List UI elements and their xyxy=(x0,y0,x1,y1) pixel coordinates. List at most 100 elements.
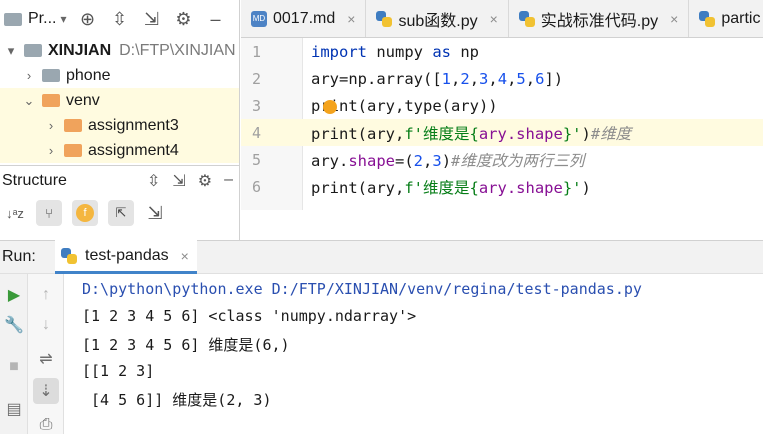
tab-standard-code-py[interactable]: 实战标准代码.py × xyxy=(508,0,690,37)
structure-toolbar: ↓ᵃz ⑂ f ⇱ ⇲ xyxy=(0,196,239,230)
code-text: print(ary,type(ary)) xyxy=(311,96,498,115)
run-toolbar-secondary: ↑ ↓ ⇌ ⇣ ⎙ xyxy=(28,274,64,434)
structure-header: Structure ⇳ ⇲ ⚙ – xyxy=(0,166,239,196)
chevron-right-icon[interactable]: › xyxy=(44,118,58,133)
line-number: 5 xyxy=(251,150,261,169)
tree-item-label: phone xyxy=(66,66,111,84)
python-file-icon xyxy=(699,10,716,27)
line-number: 1 xyxy=(251,42,261,61)
expand-all-icon[interactable]: ⇳ xyxy=(108,8,130,30)
project-toolbar: Pr... ▾ ⊕ ⇳ ⇲ ⚙ – xyxy=(0,0,239,38)
show-fields-button[interactable]: f xyxy=(72,200,98,226)
python-file-icon xyxy=(376,10,393,27)
stop-icon[interactable]: ■ xyxy=(3,356,25,378)
arrow-up-icon[interactable]: ↑ xyxy=(35,284,57,306)
tree-item-label: assignment4 xyxy=(88,141,179,159)
project-panel: Pr... ▾ ⊕ ⇳ ⇲ ⚙ – ▾ XINJIAN D:\FTP\XINJI… xyxy=(0,0,240,165)
console-line: D:\python\python.exe D:/FTP/XINJIAN/venv… xyxy=(82,280,642,298)
show-inherited-icon[interactable]: ⑂ xyxy=(36,200,62,226)
tree-item-phone[interactable]: › phone xyxy=(0,63,239,88)
console-line: [1 2 3 4 5 6] 维度是(6,) xyxy=(82,336,290,354)
tree-item-assignment4[interactable]: › assignment4 xyxy=(0,138,239,163)
run-icon[interactable]: ▶ xyxy=(3,284,25,306)
code-line[interactable]: 3 print(ary,type(ary)) xyxy=(241,92,763,119)
collapse-all-icon[interactable]: ⇲ xyxy=(172,171,185,191)
code-line[interactable]: 6 print(ary,f'维度是{ary.shape}') xyxy=(241,173,763,200)
code-text: ary.shape=(2,3)#维度改为两行三列 xyxy=(311,151,585,170)
tree-item-label: assignment3 xyxy=(88,116,179,134)
chevron-right-icon[interactable]: › xyxy=(44,143,58,158)
locate-icon[interactable]: ⊕ xyxy=(76,8,98,30)
close-icon[interactable]: × xyxy=(670,11,678,27)
folder-icon xyxy=(42,94,60,107)
structure-title: Structure xyxy=(2,172,67,189)
console-line: [1 2 3 4 5 6] <class 'numpy.ndarray'> xyxy=(82,307,417,325)
chevron-right-icon[interactable]: › xyxy=(22,68,36,83)
folder-icon xyxy=(24,44,42,57)
tree-item-path: D:\FTP\XINJIAN xyxy=(119,41,236,59)
line-number: 6 xyxy=(251,177,261,196)
tree-item-venv[interactable]: ⌄ venv xyxy=(0,88,239,113)
autoscroll-from-source-icon[interactable]: ⇲ xyxy=(144,202,166,224)
run-label: Run: xyxy=(2,248,36,265)
hide-icon[interactable]: – xyxy=(204,8,226,30)
code-line[interactable]: 2 ary=np.array([1,2,3,4,5,6]) xyxy=(241,65,763,92)
arrow-down-icon[interactable]: ↓ xyxy=(35,314,57,336)
collapse-all-icon[interactable]: ⇲ xyxy=(140,8,162,30)
code-text: print(ary,f'维度是{ary.shape}') xyxy=(311,178,591,197)
tree-item-label: venv xyxy=(66,91,100,109)
wrench-icon[interactable]: 🔧 xyxy=(3,314,25,336)
console-line: [[1 2 3] xyxy=(82,362,155,380)
project-title: Pr... xyxy=(28,10,57,27)
run-toolbar-primary: ▶ 🔧 ■ ▤ xyxy=(0,274,28,434)
code-line-current[interactable]: 4 print(ary,f'维度是{ary.shape}')#维度 xyxy=(241,119,763,146)
tab-partic[interactable]: partic xyxy=(689,0,763,37)
tab-label: partic xyxy=(721,9,761,27)
tab-test-pandas[interactable]: test-pandas × xyxy=(55,240,197,274)
hide-icon[interactable]: – xyxy=(224,171,233,191)
close-icon[interactable]: × xyxy=(490,11,498,27)
line-number: 2 xyxy=(251,69,261,88)
code-text: print(ary,f'维度是{ary.shape}')#维度 xyxy=(311,124,632,143)
line-number: 4 xyxy=(251,123,261,142)
gear-icon[interactable]: ⚙ xyxy=(198,171,212,191)
chevron-down-icon: ▾ xyxy=(60,12,67,26)
tree-item-assignment3[interactable]: › assignment3 xyxy=(0,113,239,138)
soft-wrap-icon[interactable]: ⇌ xyxy=(35,348,57,370)
folder-icon xyxy=(64,144,82,157)
field-icon: f xyxy=(76,204,94,222)
tab-label: test-pandas xyxy=(85,246,169,264)
tree-item-xinjian[interactable]: ▾ XINJIAN D:\FTP\XINJIAN xyxy=(0,38,239,63)
autoscroll-to-source-icon[interactable]: ⇱ xyxy=(108,200,134,226)
code-line[interactable]: 1 import numpy as np xyxy=(241,38,763,65)
structure-panel: Structure ⇳ ⇲ ⚙ – ↓ᵃz ⑂ f ⇱ ⇲ xyxy=(0,165,240,240)
line-number: 3 xyxy=(251,96,261,115)
close-icon[interactable]: × xyxy=(347,11,355,27)
layout-icon[interactable]: ▤ xyxy=(3,398,25,420)
run-header: Run: test-pandas × xyxy=(0,240,763,274)
python-file-icon xyxy=(518,10,535,27)
tree-item-label: XINJIAN xyxy=(48,41,112,59)
expand-all-icon[interactable]: ⇳ xyxy=(147,171,160,191)
lightbulb-icon[interactable] xyxy=(323,100,337,114)
project-view-selector[interactable]: Pr... ▾ xyxy=(4,10,66,28)
gear-icon[interactable]: ⚙ xyxy=(172,8,194,30)
tab-sub-func-py[interactable]: sub函数.py × xyxy=(366,0,509,37)
print-icon[interactable]: ⎙ xyxy=(35,414,57,434)
sort-alpha-icon[interactable]: ↓ᵃz xyxy=(4,202,26,224)
chevron-down-icon[interactable]: ⌄ xyxy=(22,93,36,109)
markdown-file-icon: MD xyxy=(251,10,267,27)
close-icon[interactable]: × xyxy=(181,248,189,264)
code-text: ary=np.array([1,2,3,4,5,6]) xyxy=(311,69,564,88)
tab-label: sub函数.py xyxy=(398,12,478,30)
code-line[interactable]: 5 ary.shape=(2,3)#维度改为两行三列 xyxy=(241,146,763,173)
editor-tabs: MD 0017.md × sub函数.py × 实战标准代码.py × part… xyxy=(241,0,763,38)
tab-0017-md[interactable]: MD 0017.md × xyxy=(241,0,367,37)
console-line: [4 5 6]] 维度是(2, 3) xyxy=(82,391,272,409)
scroll-to-end-icon[interactable]: ⇣ xyxy=(33,378,59,404)
run-console[interactable]: D:\python\python.exe D:/FTP/XINJIAN/venv… xyxy=(64,274,763,434)
chevron-down-icon[interactable]: ▾ xyxy=(4,43,18,59)
code-editor[interactable]: 1 import numpy as np 2 ary=np.array([1,2… xyxy=(241,38,763,240)
project-folder-icon xyxy=(4,12,22,26)
tab-label: 0017.md xyxy=(273,9,336,27)
